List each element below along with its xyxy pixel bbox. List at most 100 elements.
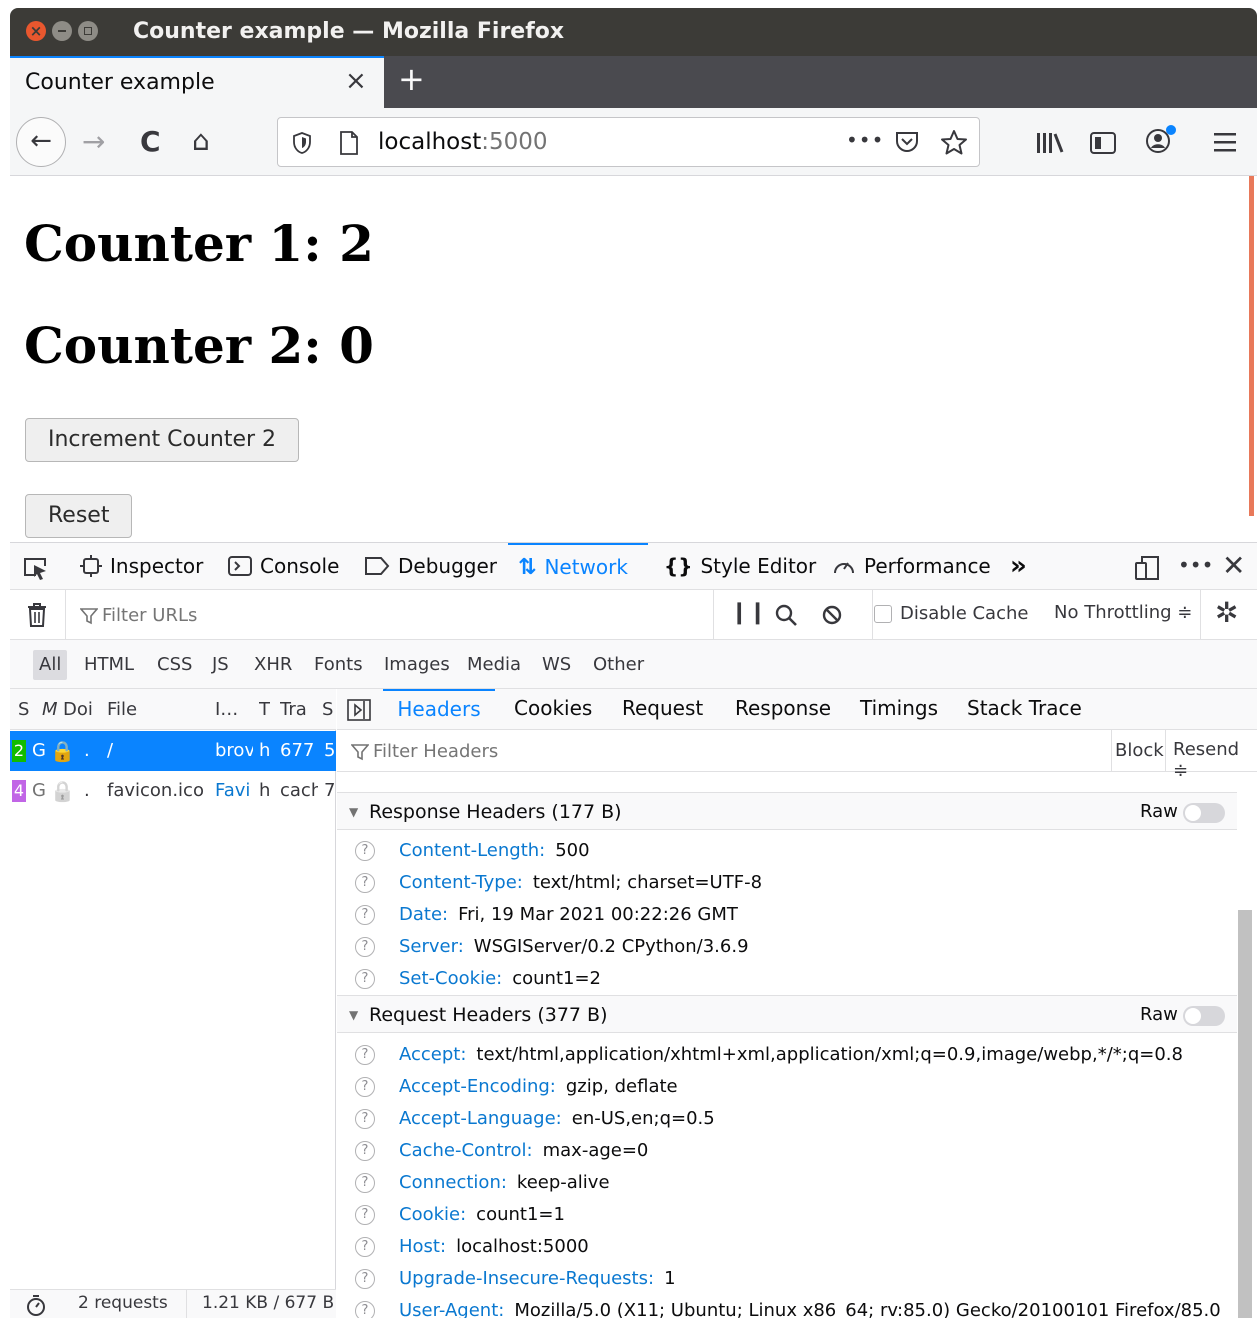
help-icon[interactable]: ?: [355, 1205, 375, 1225]
browser-tab[interactable]: Counter example ×: [10, 56, 384, 108]
header-row[interactable]: ? Content-Length: 500: [337, 835, 1237, 867]
type-filter-fonts[interactable]: Fonts: [308, 650, 369, 680]
account-icon[interactable]: [1143, 124, 1179, 156]
column-size[interactable]: S: [322, 689, 333, 730]
disable-cache-checkbox[interactable]: [874, 605, 892, 623]
tab-response[interactable]: Response: [735, 689, 831, 730]
filter-headers-input[interactable]: [373, 737, 1073, 765]
raw-toggle[interactable]: [1183, 803, 1225, 823]
help-icon[interactable]: ?: [355, 1173, 375, 1193]
tab-timings[interactable]: Timings: [860, 689, 938, 730]
type-filter-ws[interactable]: WS: [536, 650, 577, 680]
header-row[interactable]: ? Cookie: count1=1: [337, 1199, 1237, 1231]
pause-icon[interactable]: ❙❙: [730, 600, 767, 625]
tab-request[interactable]: Request: [622, 689, 703, 730]
devtools-menu-icon[interactable]: •••: [1178, 553, 1213, 577]
help-icon[interactable]: ?: [355, 969, 375, 989]
header-row[interactable]: ? Server: WSGIServer/0.2 CPython/3.6.9: [337, 931, 1237, 963]
column-transferred[interactable]: Tra: [280, 689, 307, 730]
back-button[interactable]: ←: [16, 117, 66, 167]
type-filter-media[interactable]: Media: [461, 650, 527, 680]
type-filter-all[interactable]: All: [33, 650, 68, 680]
page-scrollbar[interactable]: [1249, 176, 1254, 516]
type-filter-css[interactable]: CSS: [151, 650, 198, 680]
help-icon[interactable]: ?: [355, 1077, 375, 1097]
help-icon[interactable]: ?: [355, 873, 375, 893]
reload-button[interactable]: C: [140, 128, 161, 156]
header-row[interactable]: ? Accept-Encoding: gzip, deflate: [337, 1071, 1237, 1103]
tab-network[interactable]: ⇅ Network: [508, 543, 648, 590]
type-filter-other[interactable]: Other: [587, 650, 650, 680]
header-row[interactable]: ? Upgrade-Insecure-Requests: 1: [337, 1263, 1237, 1295]
column-type[interactable]: T: [259, 689, 270, 730]
tab-performance[interactable]: Performance: [832, 543, 991, 590]
header-row[interactable]: ? Host: localhost:5000: [337, 1231, 1237, 1263]
resend-button[interactable]: Resend ≑: [1173, 739, 1257, 781]
tab-debugger[interactable]: Debugger: [364, 543, 497, 590]
help-icon[interactable]: ?: [355, 937, 375, 957]
help-icon[interactable]: ?: [355, 905, 375, 925]
header-row[interactable]: ? Date: Fri, 19 Mar 2021 00:22:26 GMT: [337, 899, 1237, 931]
hamburger-menu-icon[interactable]: [1212, 130, 1238, 154]
tracking-protection-icon[interactable]: [292, 131, 312, 155]
sidebar-icon[interactable]: [1089, 130, 1117, 156]
window-maximize-icon[interactable]: [78, 21, 98, 41]
toggle-panel-icon[interactable]: [347, 699, 371, 721]
type-filter-html[interactable]: HTML: [78, 650, 140, 680]
help-icon[interactable]: ?: [355, 1301, 375, 1318]
filter-urls-input[interactable]: [102, 600, 702, 630]
request-row[interactable]: 4 G 🔒 . favicon.ico Favi h cach 7: [10, 771, 336, 811]
page-actions-icon[interactable]: •••: [846, 128, 884, 152]
reset-button[interactable]: Reset: [25, 494, 133, 538]
response-headers-section[interactable]: ▼ Response Headers (177 B) Raw: [337, 792, 1237, 830]
increment-counter-2-button[interactable]: Increment Counter 2: [25, 418, 300, 462]
raw-toggle[interactable]: [1183, 1006, 1225, 1026]
element-picker-icon[interactable]: [22, 556, 50, 580]
column-status[interactable]: S: [18, 689, 29, 730]
request-headers-section[interactable]: ▼ Request Headers (377 B) Raw: [337, 995, 1237, 1033]
bookmark-star-icon[interactable]: [940, 129, 968, 156]
help-icon[interactable]: ?: [355, 1269, 375, 1289]
settings-gear-icon[interactable]: ✲: [1215, 596, 1238, 629]
details-scrollbar[interactable]: [1238, 910, 1252, 1318]
window-minimize-icon[interactable]: [52, 21, 72, 41]
header-row[interactable]: ? Set-Cookie: count1=2: [337, 963, 1237, 995]
pocket-icon[interactable]: [894, 130, 920, 154]
type-filter-js[interactable]: JS: [206, 650, 235, 680]
header-row[interactable]: ? Connection: keep-alive: [337, 1167, 1237, 1199]
responsive-design-icon[interactable]: [1134, 555, 1160, 581]
tab-style-editor[interactable]: {} Style Editor: [664, 543, 816, 590]
help-icon[interactable]: ?: [355, 1237, 375, 1257]
type-filter-xhr[interactable]: XHR: [248, 650, 298, 680]
help-icon[interactable]: ?: [355, 1109, 375, 1129]
home-button[interactable]: ⌂: [192, 127, 210, 155]
block-button[interactable]: Block: [1115, 740, 1164, 761]
header-row[interactable]: ? Accept: text/html,application/xhtml+xml,…: [337, 1039, 1237, 1071]
url-text[interactable]: localhost:5000: [378, 129, 548, 155]
trash-icon[interactable]: [26, 602, 48, 628]
column-method[interactable]: M: [42, 689, 58, 730]
devtools-close-icon[interactable]: ✕: [1222, 549, 1245, 582]
search-icon[interactable]: [774, 603, 798, 627]
forward-button[interactable]: →: [82, 128, 105, 156]
help-icon[interactable]: ?: [355, 1141, 375, 1161]
new-tab-button[interactable]: +: [398, 60, 425, 98]
more-tabs-chevron-icon[interactable]: »: [1010, 543, 1027, 590]
tab-close-icon[interactable]: ×: [345, 66, 367, 96]
header-row[interactable]: ? User-Agent: Mozilla/5.0 (X11; Ubuntu; Li…: [337, 1295, 1237, 1318]
column-initiator[interactable]: I…: [215, 689, 238, 730]
block-urls-icon[interactable]: [821, 604, 843, 626]
type-filter-images[interactable]: Images: [378, 650, 456, 680]
tab-console[interactable]: Console: [228, 543, 339, 590]
page-info-icon[interactable]: [338, 130, 360, 156]
library-icon[interactable]: [1035, 130, 1065, 156]
tab-stack-trace[interactable]: Stack Trace: [967, 689, 1082, 730]
header-row[interactable]: ? Content-Type: text/html; charset=UTF-8: [337, 867, 1237, 899]
tab-headers[interactable]: Headers: [383, 689, 495, 730]
column-domain[interactable]: Doi: [63, 689, 97, 730]
throttling-select[interactable]: No Throttling ≑: [1054, 602, 1192, 623]
window-close-icon[interactable]: ×: [26, 21, 46, 41]
request-row[interactable]: 2 G 🔒 . / brov h 677 5: [10, 731, 336, 771]
help-icon[interactable]: ?: [355, 1045, 375, 1065]
tab-inspector[interactable]: Inspector: [80, 543, 203, 590]
